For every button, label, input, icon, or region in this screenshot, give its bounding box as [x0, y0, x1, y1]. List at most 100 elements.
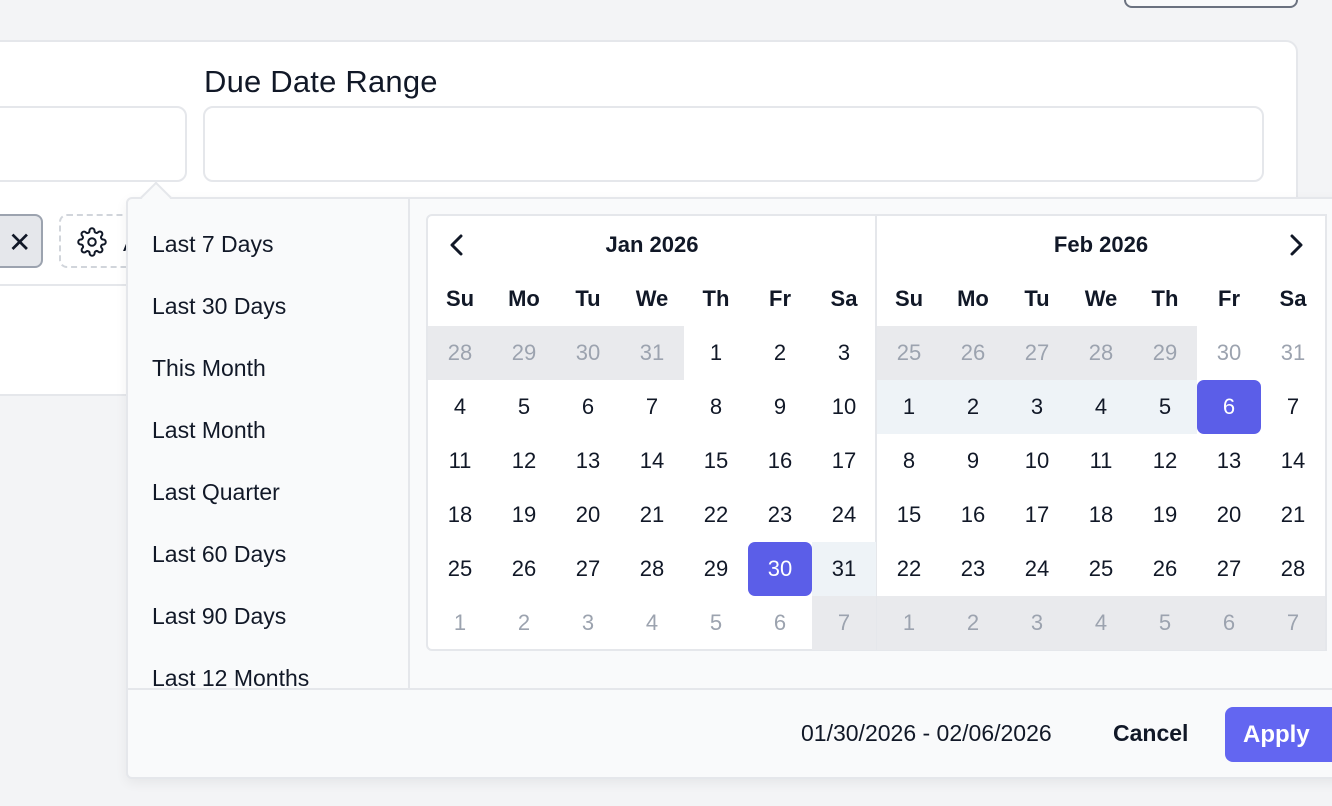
day-cell[interactable]: 14 [620, 434, 684, 488]
day-cell[interactable]: 20 [556, 488, 620, 542]
day-cell[interactable]: 3 [812, 326, 876, 380]
day-cell[interactable]: 4 [1069, 380, 1133, 434]
day-cell[interactable]: 3 [1005, 380, 1069, 434]
day-cell[interactable]: 26 [492, 542, 556, 596]
month-title: Jan 2026 [605, 232, 699, 257]
weekday-header: Mo [508, 286, 540, 311]
weekday-header: Su [894, 286, 924, 311]
day-cell[interactable]: 5 [684, 596, 748, 650]
day-cell[interactable]: 15 [684, 434, 748, 488]
day-cell[interactable]: 20 [1197, 488, 1261, 542]
day-cell[interactable]: 4 [620, 596, 684, 650]
due-date-range-input[interactable] [203, 106, 1264, 182]
apply-button[interactable]: Apply [1225, 707, 1332, 762]
day-cell: 5 [1133, 596, 1197, 650]
preset-last-quarter[interactable]: Last Quarter [152, 479, 280, 506]
day-cell[interactable]: 31 [1261, 326, 1325, 380]
due-date-label: Due Date Range [204, 64, 438, 99]
day-cell[interactable]: 21 [620, 488, 684, 542]
day-cell[interactable]: 28 [620, 542, 684, 596]
preset-last-12-months[interactable]: Last 12 Months [152, 665, 309, 688]
day-cell[interactable]: 30 [1197, 326, 1261, 380]
day-cell: 4 [1069, 596, 1133, 650]
day-cell[interactable]: 1 [428, 596, 492, 650]
day-cell: 29 [1133, 326, 1197, 380]
gear-icon [77, 227, 107, 257]
day-cell[interactable]: 22 [684, 488, 748, 542]
cancel-button[interactable]: Cancel [1113, 720, 1188, 747]
day-cell[interactable]: 17 [1005, 488, 1069, 542]
day-cell[interactable]: 12 [492, 434, 556, 488]
day-cell[interactable]: 24 [812, 488, 876, 542]
day-cell[interactable]: 6 [748, 596, 812, 650]
next-month-button[interactable] [1281, 230, 1311, 260]
preset-this-month[interactable]: This Month [152, 355, 266, 382]
day-cell: 31 [620, 326, 684, 380]
preset-last-30-days[interactable]: Last 30 Days [152, 293, 286, 320]
day-cell[interactable]: 3 [556, 596, 620, 650]
preset-last-60-days[interactable]: Last 60 Days [152, 541, 286, 568]
day-cell[interactable]: 2 [748, 326, 812, 380]
day-cell[interactable]: 11 [1069, 434, 1133, 488]
day-cell[interactable]: 19 [492, 488, 556, 542]
day-cell-selected[interactable]: 30 [748, 542, 812, 596]
preset-last-7-days[interactable]: Last 7 Days [152, 231, 273, 258]
day-cell[interactable]: 27 [1197, 542, 1261, 596]
clear-filter-button[interactable]: ✕ [0, 214, 43, 268]
day-cell[interactable]: 14 [1261, 434, 1325, 488]
day-cell-selected[interactable]: 6 [1197, 380, 1261, 434]
weekday-header: Tu [1024, 286, 1050, 311]
day-cell[interactable]: 21 [1261, 488, 1325, 542]
day-cell[interactable]: 11 [428, 434, 492, 488]
top-action-button[interactable] [1124, 0, 1298, 8]
day-cell[interactable]: 26 [1133, 542, 1197, 596]
day-cell[interactable]: 1 [684, 326, 748, 380]
weekday-header: Sa [1279, 286, 1307, 311]
day-cell: 30 [556, 326, 620, 380]
day-cell[interactable]: 12 [1133, 434, 1197, 488]
filter-input[interactable] [0, 106, 187, 182]
day-cell[interactable]: 5 [492, 380, 556, 434]
day-cell[interactable]: 6 [556, 380, 620, 434]
day-cell: 29 [492, 326, 556, 380]
day-cell[interactable]: 18 [428, 488, 492, 542]
preset-last-90-days[interactable]: Last 90 Days [152, 603, 286, 630]
day-cell[interactable]: 15 [877, 488, 941, 542]
selected-range-text: 01/30/2026 - 02/06/2026 [801, 720, 1052, 746]
weekday-header: We [635, 286, 669, 311]
day-cell[interactable]: 9 [941, 434, 1005, 488]
day-cell[interactable]: 7 [1261, 380, 1325, 434]
day-cell[interactable]: 1 [877, 380, 941, 434]
day-cell[interactable]: 23 [748, 488, 812, 542]
day-cell[interactable]: 18 [1069, 488, 1133, 542]
day-cell[interactable]: 23 [941, 542, 1005, 596]
day-cell[interactable]: 5 [1133, 380, 1197, 434]
day-cell[interactable]: 16 [748, 434, 812, 488]
day-cell[interactable]: 24 [1005, 542, 1069, 596]
day-cell: 27 [1005, 326, 1069, 380]
day-cell: 26 [941, 326, 1005, 380]
day-cell[interactable]: 25 [1069, 542, 1133, 596]
day-cell[interactable]: 27 [556, 542, 620, 596]
day-cell[interactable]: 9 [748, 380, 812, 434]
day-cell[interactable]: 2 [492, 596, 556, 650]
day-cell[interactable]: 25 [428, 542, 492, 596]
day-cell[interactable]: 17 [812, 434, 876, 488]
preset-last-month[interactable]: Last Month [152, 417, 266, 444]
day-cell[interactable]: 28 [1261, 542, 1325, 596]
day-cell[interactable]: 2 [941, 380, 1005, 434]
day-cell[interactable]: 10 [1005, 434, 1069, 488]
day-cell[interactable]: 10 [812, 380, 876, 434]
day-cell[interactable]: 19 [1133, 488, 1197, 542]
day-cell: 28 [1069, 326, 1133, 380]
day-cell[interactable]: 4 [428, 380, 492, 434]
day-cell[interactable]: 7 [620, 380, 684, 434]
day-cell[interactable]: 29 [684, 542, 748, 596]
day-cell[interactable]: 8 [877, 434, 941, 488]
day-cell[interactable]: 16 [941, 488, 1005, 542]
day-cell[interactable]: 13 [1197, 434, 1261, 488]
day-cell[interactable]: 31 [812, 542, 876, 596]
day-cell[interactable]: 8 [684, 380, 748, 434]
day-cell[interactable]: 22 [877, 542, 941, 596]
day-cell[interactable]: 13 [556, 434, 620, 488]
